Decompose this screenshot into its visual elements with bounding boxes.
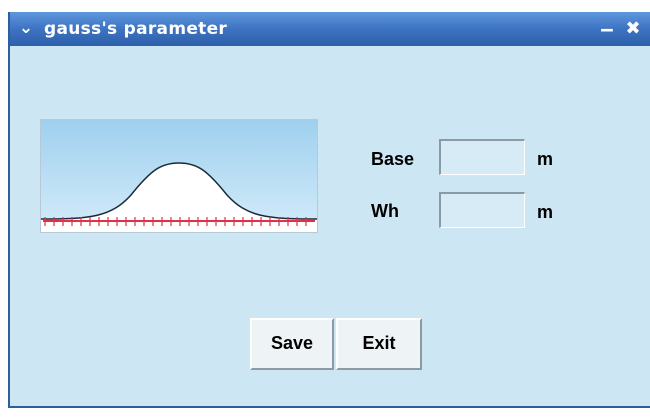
close-icon[interactable]: ✖	[622, 19, 644, 39]
dialog-window: ⌄ gauss's parameter ‒ ✖ Base m Wh m Save…	[8, 12, 650, 408]
wh-input[interactable]	[439, 192, 525, 228]
base-label: Base	[371, 149, 415, 169]
title-bar[interactable]: ⌄ gauss's parameter ‒ ✖	[10, 12, 650, 46]
save-button[interactable]: Save	[250, 318, 334, 370]
base-input[interactable]	[439, 139, 525, 175]
wh-unit: m	[537, 202, 554, 222]
wh-label: Wh	[371, 201, 399, 221]
exit-button[interactable]: Exit	[336, 318, 422, 370]
gauss-curve-graphic	[41, 120, 317, 232]
minimize-icon[interactable]: ‒	[596, 19, 618, 39]
chevron-down-icon[interactable]: ⌄	[16, 18, 36, 38]
window-title: gauss's parameter	[44, 19, 228, 39]
gauss-curve-preview	[40, 119, 318, 233]
base-unit: m	[537, 149, 554, 169]
